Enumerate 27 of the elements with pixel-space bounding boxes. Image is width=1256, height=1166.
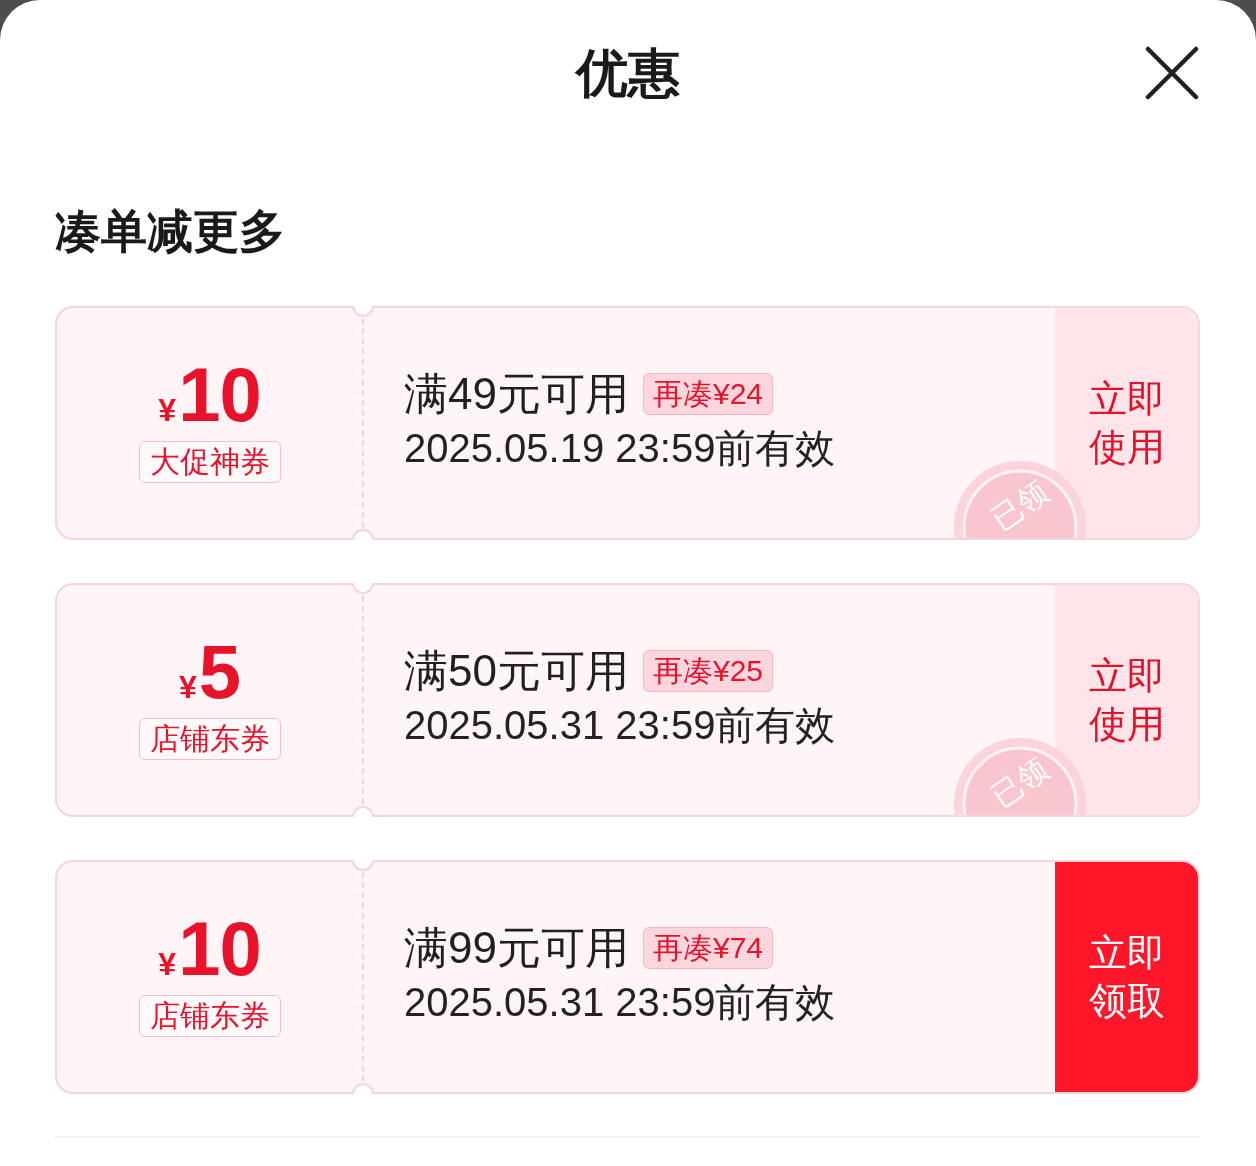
claim-coupon-button[interactable]: 立即领取 [1055, 862, 1198, 1092]
validity-text: 2025.05.31 23:59前有效 [404, 979, 836, 1026]
currency-symbol: ¥ [178, 671, 197, 703]
validity-text: 2025.05.19 23:59前有效 [404, 425, 836, 472]
validity-text: 2025.05.31 23:59前有效 [404, 702, 836, 749]
coupon-amount: 10 [178, 917, 261, 981]
use-coupon-button[interactable]: 立即使用 [1055, 585, 1198, 815]
currency-symbol: ¥ [158, 394, 177, 426]
spend-condition: 满99元可用 [404, 922, 629, 974]
shortfall-badge: 再凑¥24 [642, 373, 773, 415]
coupon-amount: 10 [178, 363, 261, 427]
use-coupon-button[interactable]: 立即使用 [1055, 308, 1198, 538]
currency-symbol: ¥ [158, 948, 177, 980]
spend-condition: 满50元可用 [404, 645, 629, 697]
shortfall-badge: 再凑¥74 [642, 927, 773, 969]
close-button[interactable] [1145, 45, 1199, 100]
shortfall-badge: 再凑¥25 [642, 650, 773, 692]
spend-condition: 满49元可用 [404, 368, 629, 420]
close-icon [1145, 45, 1199, 100]
stamp-label: 已领 [985, 751, 1055, 815]
stamp-label: 已领 [985, 474, 1055, 538]
coupon-type-tag: 大促神券 [138, 441, 281, 483]
coupon-type-tag: 店铺东券 [138, 718, 281, 760]
section-heading: 凑单减更多 [55, 204, 285, 259]
coupon-type-tag: 店铺东券 [138, 995, 281, 1037]
coupon-amount: 5 [198, 640, 241, 704]
sheet-title: 优惠 [576, 42, 680, 103]
